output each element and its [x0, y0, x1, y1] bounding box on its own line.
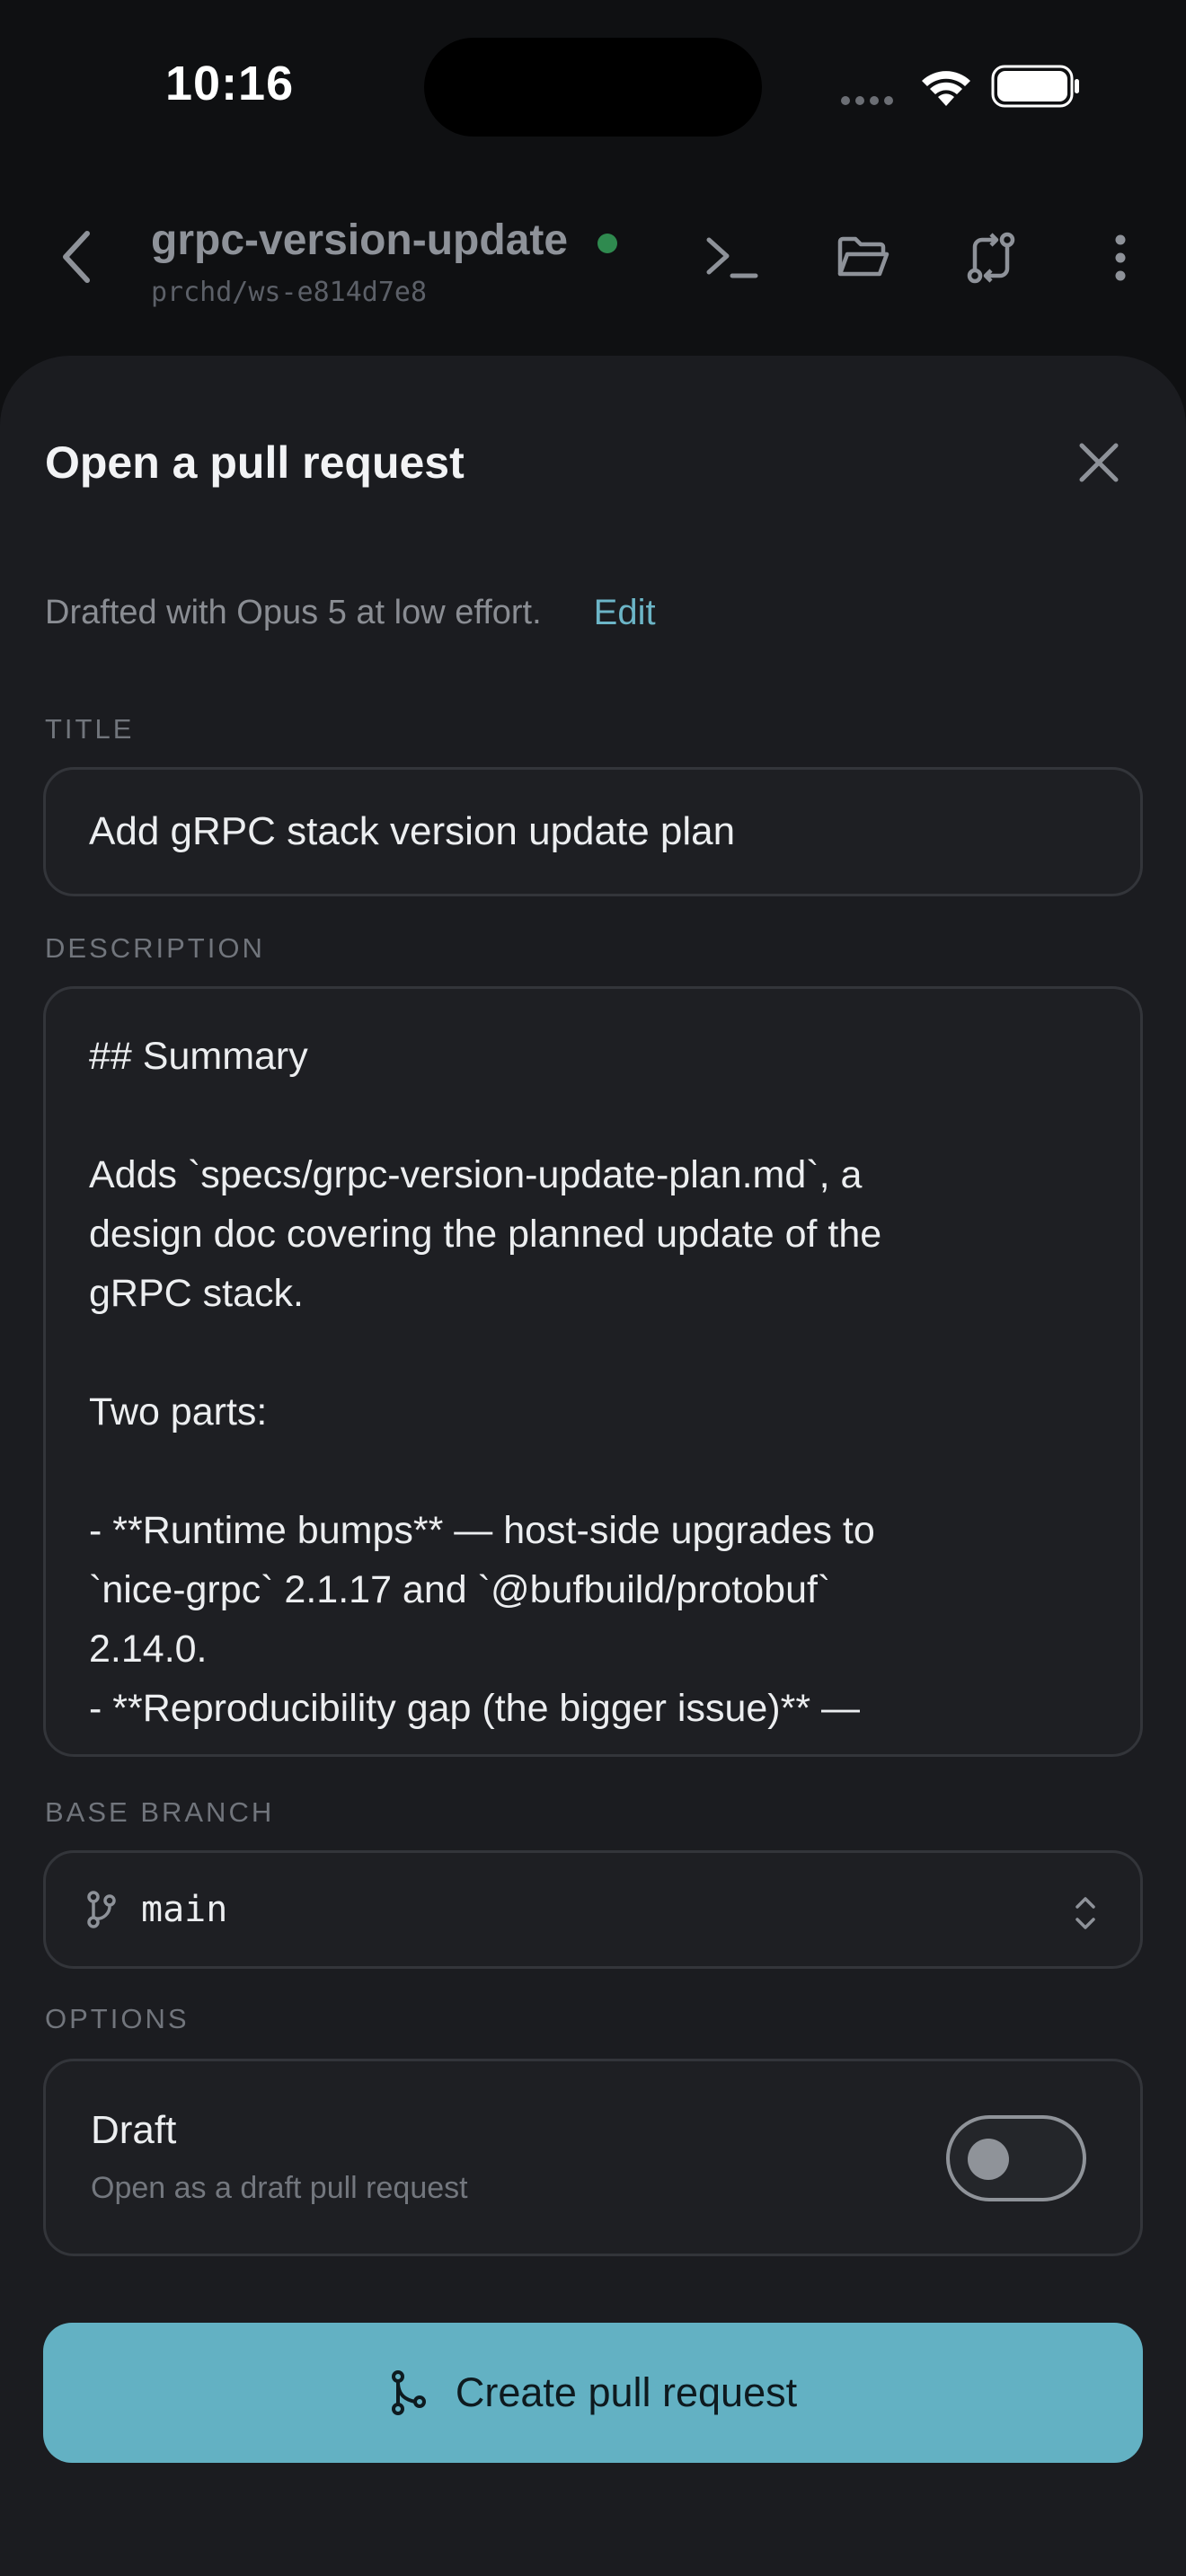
branch-icon	[87, 1891, 116, 1928]
status-dot	[597, 234, 617, 253]
pull-request-icon	[967, 232, 1015, 284]
terminal-button[interactable]	[699, 225, 766, 291]
description-line: ## Summary	[89, 1035, 308, 1078]
repo-name: grpc-version-update	[151, 216, 569, 264]
status-time: 10:16	[165, 57, 295, 110]
chevron-up-down-icon	[1075, 1897, 1095, 1929]
close-button[interactable]	[1067, 431, 1130, 494]
close-icon	[1079, 443, 1119, 482]
folder-icon	[837, 236, 890, 277]
description-line: Adds `specs/grpc-version-update-plan.md`…	[89, 1153, 863, 1196]
title-input[interactable]: Add gRPC stack version update plan	[43, 767, 1143, 896]
draft-toggle[interactable]	[946, 2115, 1086, 2201]
back-button[interactable]	[45, 221, 108, 293]
dynamic-island	[424, 38, 762, 137]
sheet-title: Open a pull request	[45, 437, 465, 488]
files-button[interactable]	[830, 225, 897, 291]
create-pull-request-button[interactable]: Create pull request	[43, 2323, 1143, 2463]
draft-subtitle: Open as a draft pull request	[91, 2171, 468, 2205]
base-branch-select[interactable]: main	[43, 1850, 1143, 1969]
more-button[interactable]	[1087, 225, 1154, 291]
draft-option: Draft Open as a draft pull request	[43, 2059, 1143, 2256]
workspace-id: prchd/ws-e814d7e8	[151, 277, 428, 308]
toggle-knob	[968, 2139, 1009, 2180]
cellular-icon	[841, 96, 893, 105]
wifi-icon	[922, 71, 970, 106]
drafted-note: Drafted with Opus 5 at low effort. Edit	[45, 593, 656, 633]
screen: 10:16 grpc-version-update prchd/ws-e814d…	[0, 0, 1186, 2576]
status-icons	[840, 63, 1083, 110]
pull-request-button[interactable]	[958, 225, 1024, 291]
description-line: - **Reproducibility gap (the bigger issu…	[89, 1687, 861, 1730]
battery-icon	[991, 65, 1079, 108]
status-bar: 10:16	[0, 0, 1186, 171]
base-branch-value: main	[141, 1889, 228, 1930]
description-label: DESCRIPTION	[45, 932, 265, 964]
description-line: design doc covering the planned update o…	[89, 1213, 882, 1256]
edit-link[interactable]: Edit	[594, 593, 656, 633]
options-label: OPTIONS	[45, 2003, 190, 2034]
description-line	[89, 1323, 1097, 1382]
terminal-icon	[706, 237, 758, 278]
title-label: TITLE	[45, 713, 135, 745]
description-line	[89, 1086, 1097, 1145]
more-icon	[1115, 234, 1126, 281]
pull-request-icon	[391, 2370, 426, 2415]
description-line: `nice-grpc` 2.1.17 and `@bufbuild/protob…	[89, 1568, 831, 1611]
base-branch-label: BASE BRANCH	[45, 1796, 275, 1828]
description-textarea[interactable]: ## Summary Adds `specs/grpc-version-upda…	[43, 986, 1143, 1757]
workspace-header: grpc-version-update prchd/ws-e814d7e8	[0, 171, 1186, 359]
pull-request-sheet: Open a pull request Drafted with Opus 5 …	[0, 356, 1186, 2576]
drafted-text: Drafted with Opus 5 at low effort.	[45, 594, 542, 631]
description-line	[89, 1442, 1097, 1501]
description-line: 2.14.0.	[89, 1628, 208, 1671]
back-icon	[63, 231, 90, 283]
description-line: gRPC stack.	[89, 1272, 304, 1315]
description-line: - **Runtime bumps** — host-side upgrades…	[89, 1509, 875, 1552]
create-button-label: Create pull request	[455, 2369, 798, 2415]
description-line: Two parts:	[89, 1390, 268, 1434]
draft-title: Draft	[91, 2108, 177, 2152]
